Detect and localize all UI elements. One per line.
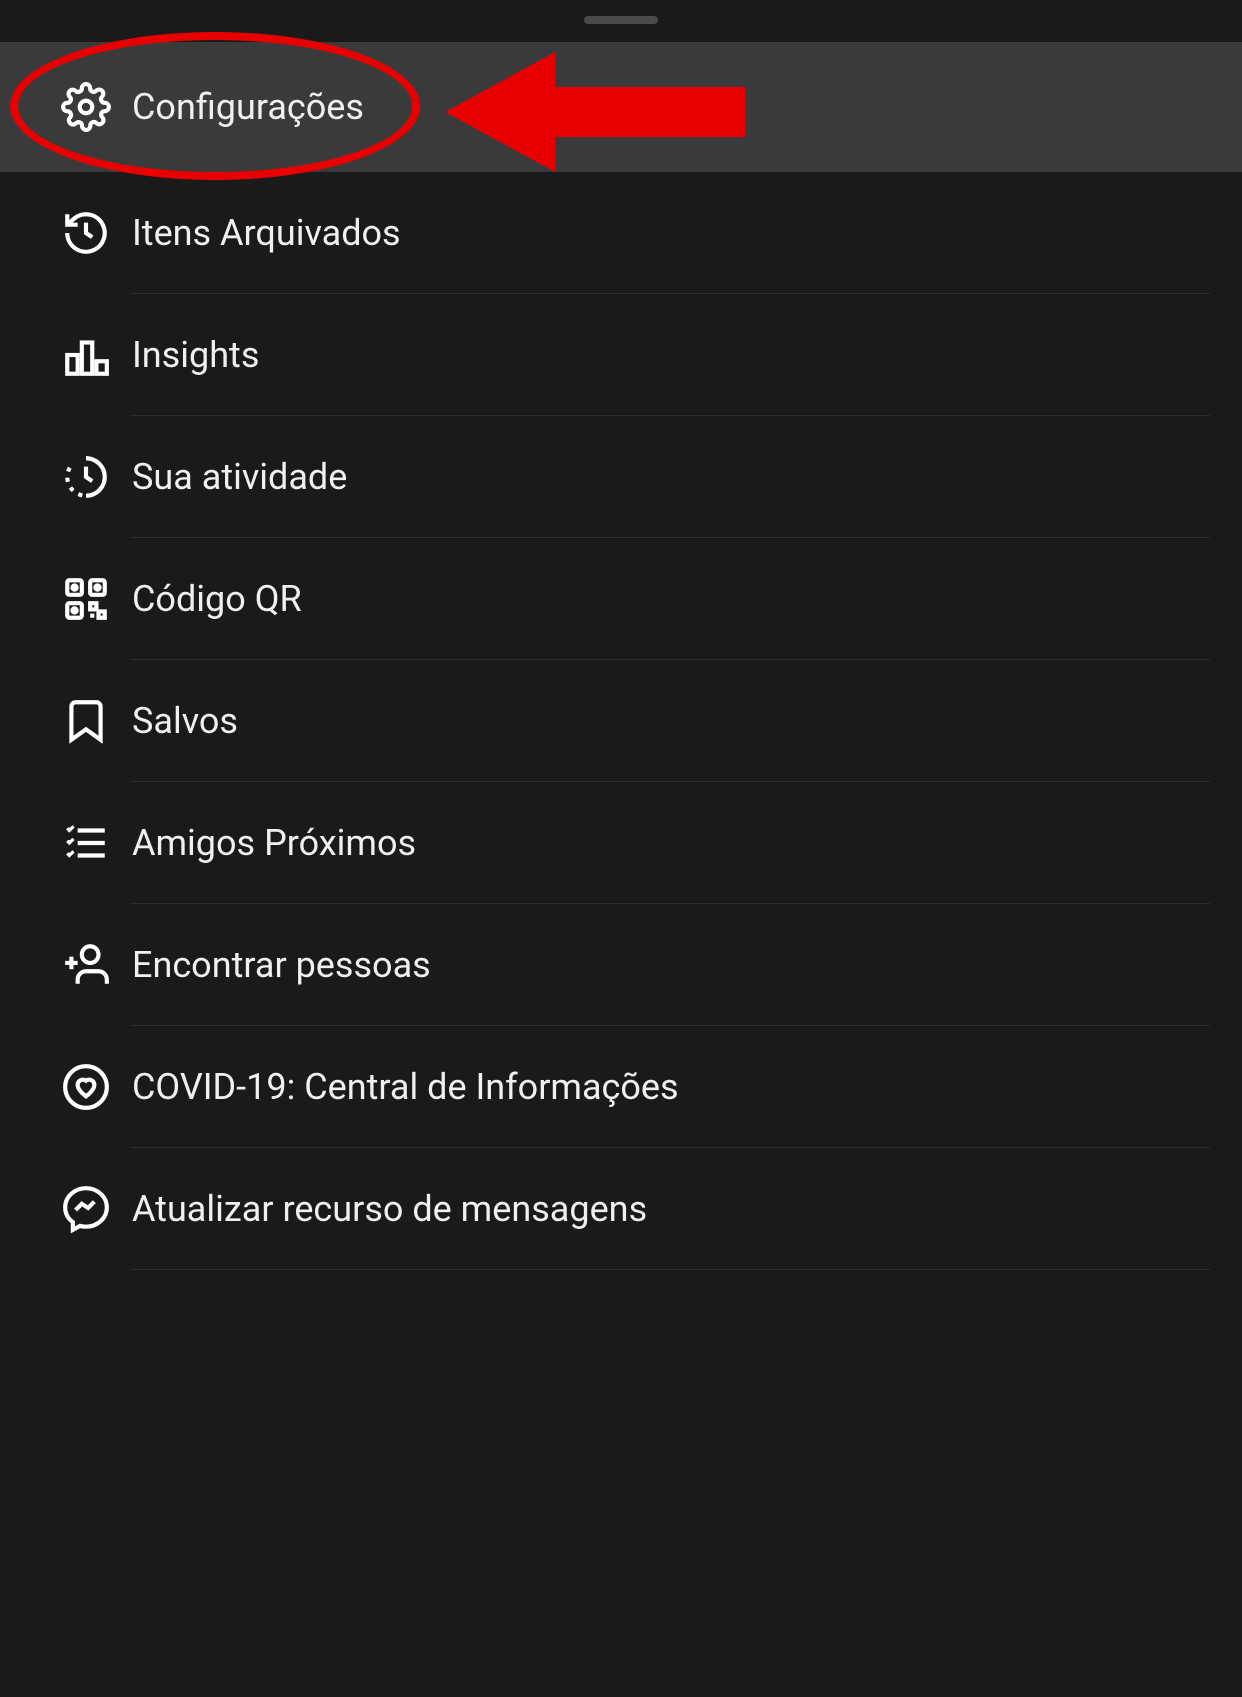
activity-clock-icon bbox=[42, 433, 130, 521]
qr-code-icon bbox=[42, 555, 130, 643]
menu-item-settings[interactable]: Configurações bbox=[0, 42, 1242, 172]
menu-item-saved[interactable]: Salvos bbox=[0, 660, 1242, 782]
close-friends-icon bbox=[42, 799, 130, 887]
menu-label-settings: Configurações bbox=[132, 86, 364, 128]
menu-item-insights[interactable]: Insights bbox=[0, 294, 1242, 416]
menu-label-close-friends: Amigos Próximos bbox=[132, 822, 416, 864]
messenger-icon bbox=[42, 1165, 130, 1253]
menu-list: Configurações Itens Arquivados Insights … bbox=[0, 0, 1242, 1270]
menu-item-qrcode[interactable]: Código QR bbox=[0, 538, 1242, 660]
menu-item-messenger[interactable]: Atualizar recurso de mensagens bbox=[0, 1148, 1242, 1270]
gear-icon bbox=[42, 63, 130, 151]
menu-label-covid: COVID-19: Central de Informações bbox=[132, 1066, 679, 1108]
discover-people-icon bbox=[42, 921, 130, 1009]
menu-item-discover[interactable]: Encontrar pessoas bbox=[0, 904, 1242, 1026]
menu-label-insights: Insights bbox=[132, 334, 259, 376]
bookmark-icon bbox=[42, 677, 130, 765]
menu-label-archive: Itens Arquivados bbox=[132, 212, 401, 254]
menu-item-archive[interactable]: Itens Arquivados bbox=[0, 172, 1242, 294]
menu-item-covid[interactable]: COVID-19: Central de Informações bbox=[0, 1026, 1242, 1148]
history-icon bbox=[42, 189, 130, 277]
menu-item-activity[interactable]: Sua atividade bbox=[0, 416, 1242, 538]
menu-label-qrcode: Código QR bbox=[132, 578, 302, 620]
drag-handle[interactable] bbox=[584, 16, 658, 24]
menu-label-discover: Encontrar pessoas bbox=[132, 944, 431, 986]
menu-label-activity: Sua atividade bbox=[132, 456, 347, 498]
menu-label-messenger: Atualizar recurso de mensagens bbox=[132, 1188, 647, 1230]
bar-chart-icon bbox=[42, 311, 130, 399]
heart-circle-icon bbox=[42, 1043, 130, 1131]
menu-item-close-friends[interactable]: Amigos Próximos bbox=[0, 782, 1242, 904]
menu-label-saved: Salvos bbox=[132, 700, 238, 742]
